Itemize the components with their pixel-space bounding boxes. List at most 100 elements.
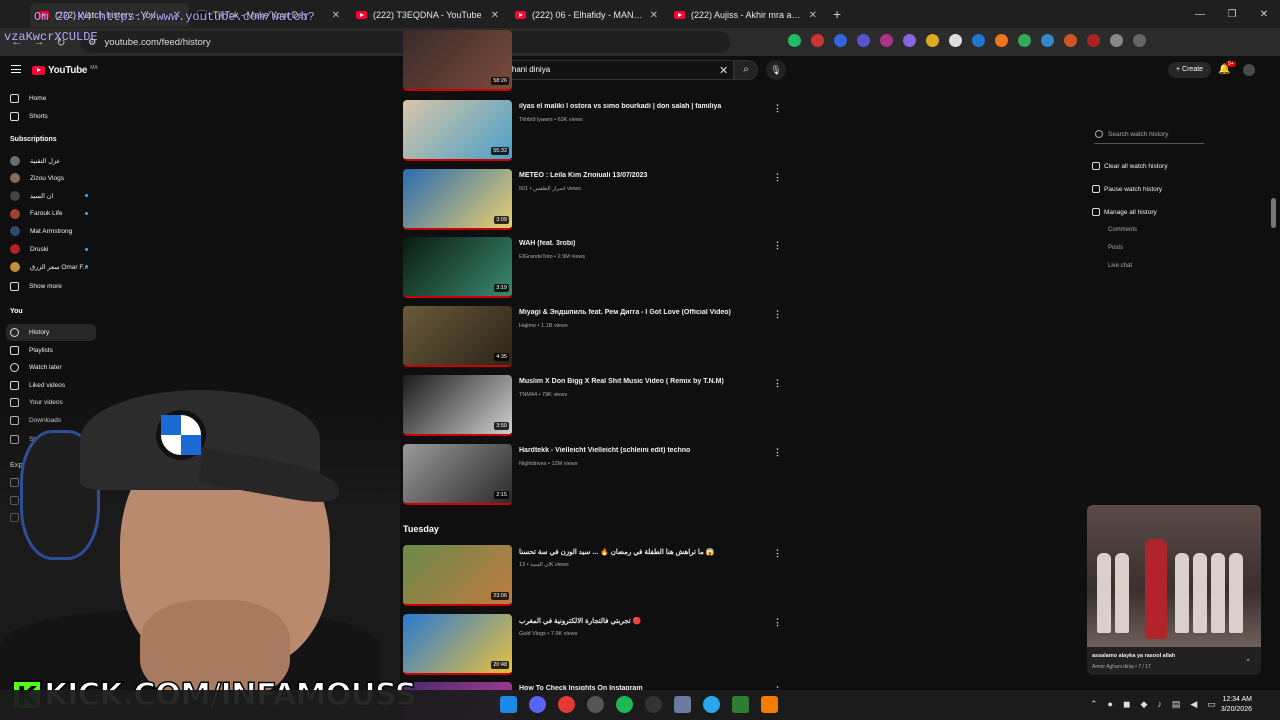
more-options-icon[interactable]: ⋮ [773,378,782,389]
network-icon[interactable]: ▤ [1172,699,1181,710]
extension-icon[interactable] [926,34,939,47]
history-video[interactable]: 3:50 Muslim X Don Bigg X Real Shit Music … [403,374,783,437]
video-title[interactable]: Miyagi & Эндшпиль feat. Рем Дигга - I Go… [519,309,769,316]
sidebar-item-home[interactable]: Home [6,90,96,107]
extension-icon[interactable] [995,34,1008,47]
you-heading[interactable]: You [10,308,23,315]
browser-tab[interactable]: (222) Aujiss - Akhir mra andwi... ✕ [666,3,825,27]
extension-icon[interactable] [811,34,824,47]
volume-icon[interactable]: ◀ [1190,699,1197,710]
sidebar-subscription[interactable]: عزل التقنية [6,152,96,169]
browser-tab[interactable]: (222) T3EQDNA - YouTube ✕ [348,3,507,27]
app-icon[interactable] [674,696,691,713]
more-options-icon[interactable]: ⋮ [773,309,782,320]
profile-icon[interactable] [1133,34,1146,47]
video-thumbnail[interactable]: 4:35 [403,306,512,368]
history-video[interactable]: 55:32 ilyas el maliki l ostora vs simo bo… [403,100,783,162]
history-video[interactable]: 58:26 [403,30,783,92]
video-title[interactable]: تجربتي فالتجارة الالكترونية في المغرب 🔴 [519,617,769,625]
sidebar-item-watch-later[interactable]: Watch later [6,359,96,376]
more-options-icon[interactable]: ⋮ [773,447,782,458]
extension-icon[interactable] [834,34,847,47]
sidebar-item-history[interactable]: History [6,324,96,341]
extension-icon[interactable] [1041,34,1054,47]
video-thumbnail[interactable]: 2:15 [403,443,512,505]
minimize-icon[interactable]: — [1184,9,1216,20]
sidebar-item-shorts[interactable]: Shorts [6,108,96,125]
page-scrollbar[interactable] [1271,198,1276,228]
video-thumbnail[interactable]: 55:32 [403,100,512,161]
history-sub-link[interactable]: Live chat [1108,263,1132,269]
tray-icon[interactable]: ◆ [1140,699,1147,710]
video-title[interactable]: ما تراهش هنا الطفلة في رمضان 🔥 ... سيد ا… [519,548,769,556]
history-action-pause-watch-history[interactable]: Pause watch history [1092,185,1162,193]
telegram-icon[interactable] [703,696,720,713]
watch-history-search[interactable]: Search watch history [1094,128,1204,144]
sidebar-subscription[interactable]: Farouk Life [6,205,96,222]
history-action-clear-all-watch-history[interactable]: Clear all watch history [1092,162,1168,170]
app-icon[interactable] [587,696,604,713]
sidebar-subscription[interactable]: Druski [6,241,96,258]
history-video[interactable]: 4:35 Miyagi & Эндшпиль feat. Рем Дигга - … [403,306,783,368]
close-tab-icon[interactable]: ✕ [491,10,499,21]
video-title[interactable]: Hardtekk - Vielleicht Vielleicht (schlei… [519,447,769,454]
sidebar-subscription[interactable]: ان السيد [6,187,96,204]
browser-tab[interactable]: (222) 06 - Elhafidy - MANA... ✕ [507,3,666,27]
more-options-icon[interactable]: ⋮ [773,617,782,628]
taskbar-clock[interactable]: 12:34 AM 3/20/2026 [1210,695,1252,715]
terminal-icon[interactable] [732,696,749,713]
history-video[interactable]: 3:19 WAH (feat. 3robi) ElGrandeToto • 2.9M… [403,237,783,299]
history-sub-link[interactable]: Comments [1108,227,1137,233]
windows-start-icon[interactable] [500,696,517,713]
menu-icon[interactable] [11,65,21,73]
extension-icon[interactable] [1018,34,1031,47]
new-tab-button[interactable]: + [833,6,841,22]
app-icon[interactable] [761,696,778,713]
account-avatar[interactable] [1243,64,1255,76]
history-sub-link[interactable]: Posts [1108,245,1123,251]
close-window-icon[interactable]: ✕ [1248,9,1280,20]
video-thumbnail[interactable]: 3:09 [403,168,512,230]
more-options-icon[interactable]: ⋮ [773,240,782,251]
more-options-icon[interactable]: ⋮ [773,172,782,183]
restore-icon[interactable]: ❐ [1216,9,1248,20]
create-button[interactable]: + Create [1168,62,1212,78]
video-title[interactable]: ilyas el maliki l ostora vs simo bourkad… [519,103,769,110]
video-thumbnail[interactable]: 3:19 [403,237,512,299]
spotify-icon[interactable] [616,696,633,713]
tray-icon[interactable]: ● [1108,699,1113,710]
history-video[interactable]: 2:15 Hardtekk - Vielleicht Vielleicht (sc… [403,443,783,506]
close-tab-icon[interactable]: ✕ [332,10,340,21]
extension-icon[interactable] [880,34,893,47]
sidebar-subscription[interactable]: Mat Armstrong [6,223,96,240]
discord-icon[interactable] [529,696,546,713]
extension-icon[interactable] [788,34,801,47]
extension-icon[interactable] [903,34,916,47]
close-tab-icon[interactable]: ✕ [809,10,817,21]
mini-player[interactable]: assalamo alayka ya rasool allah Amnir Ag… [1087,505,1261,675]
more-options-icon[interactable]: ⋮ [773,103,782,114]
video-title[interactable]: METEO : Leila Kim Zrioiuali 13/07/2023 [519,172,769,179]
chevron-up-icon[interactable]: ⌃ [1245,658,1251,666]
sidebar-subscription[interactable]: Zizou Vlogs [6,170,96,187]
sidebar-item-playlists[interactable]: Playlists [6,342,96,359]
extension-icon[interactable] [1087,34,1100,47]
history-video[interactable]: 23:06 ما تراهش هنا الطفلة في رمضان 🔥 ... … [403,545,783,607]
mic-icon[interactable]: ♪ [1157,699,1162,710]
extension-icon[interactable] [1064,34,1077,47]
history-video[interactable]: 3:09 METEO : Leila Kim Zrioiuali 13/07/20… [403,168,783,231]
youtube-logo[interactable]: YouTube MA [32,65,98,76]
close-tab-icon[interactable]: ✕ [650,10,658,21]
more-options-icon[interactable]: ⋮ [773,548,782,559]
video-title[interactable]: Muslim X Don Bigg X Real Shit Music Vide… [519,378,769,385]
mini-player-video[interactable] [1087,505,1261,647]
obs-icon[interactable] [645,696,662,713]
sidebar-show-more[interactable]: Show more [6,278,96,295]
video-thumbnail[interactable]: 20:48 [403,613,512,675]
video-thumbnail[interactable]: 58:26 [403,30,512,91]
history-action-manage-all-history[interactable]: Manage all history [1092,208,1157,216]
video-title[interactable]: WAH (feat. 3robi) [519,240,769,247]
tray-icon[interactable]: ◼ [1123,699,1130,710]
video-thumbnail[interactable]: 3:50 [403,374,512,436]
video-thumbnail[interactable]: 23:06 [403,545,512,606]
